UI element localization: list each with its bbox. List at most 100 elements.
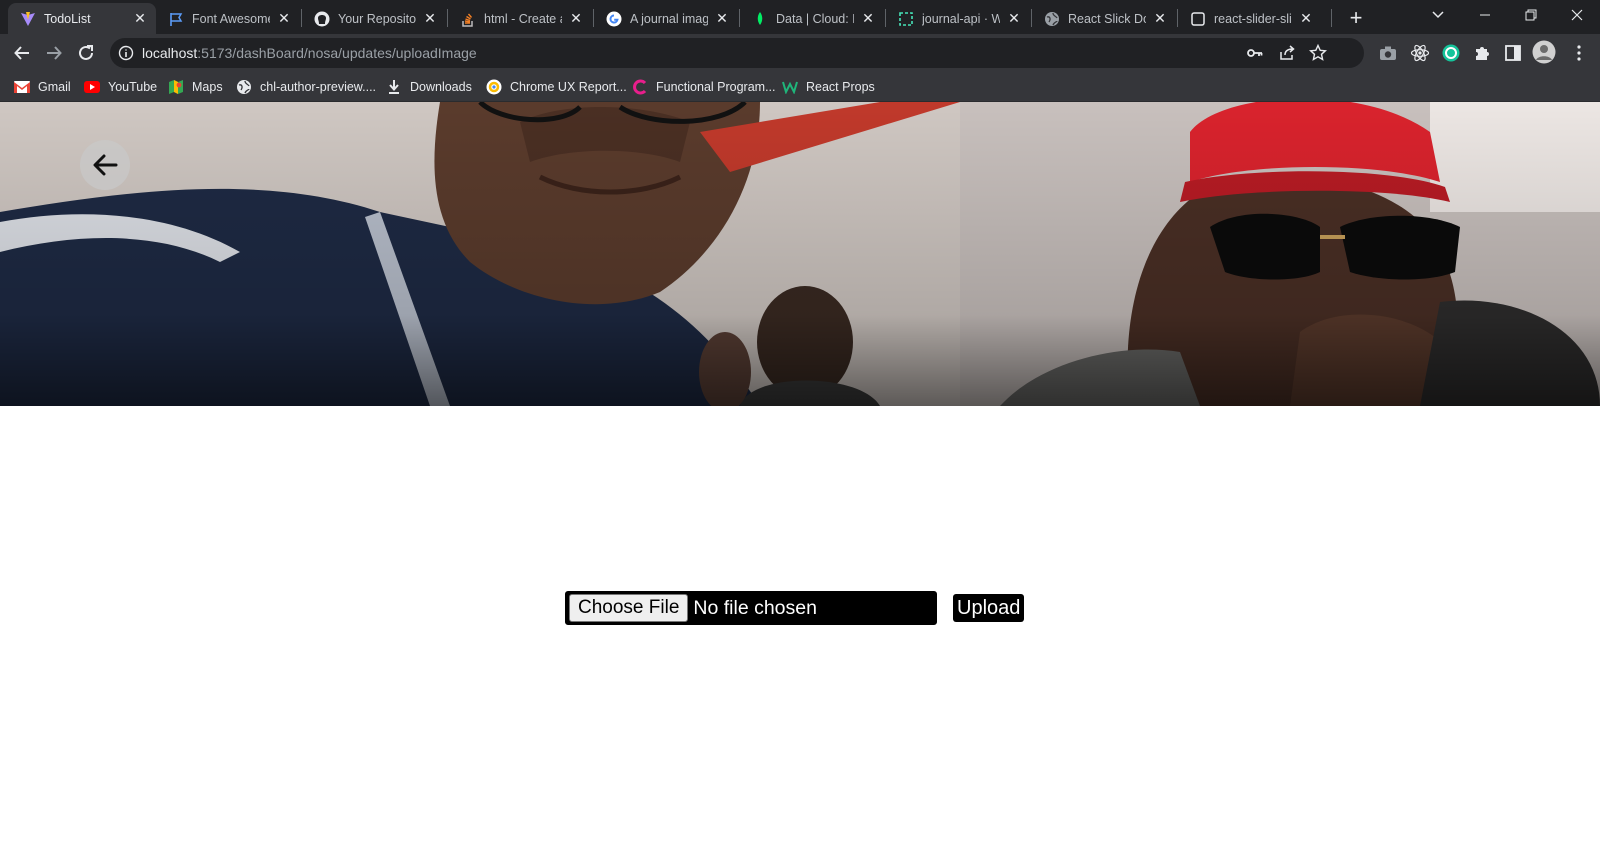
tab-react-slick[interactable]: React Slick Doc ✕ bbox=[1032, 3, 1176, 34]
google-icon bbox=[606, 11, 622, 27]
bookmark-label: chl-author-preview.... bbox=[260, 80, 377, 94]
stackoverflow-icon bbox=[460, 11, 476, 27]
tab-strip: TodoList ✕ Font Awesome ✕ Your Repositor… bbox=[0, 0, 1600, 34]
url-path: :5173/dashBoard/nosa/updates/uploadImage bbox=[197, 45, 477, 61]
react-props-icon bbox=[782, 79, 798, 95]
close-icon[interactable]: ✕ bbox=[132, 10, 148, 27]
bookmark-downloads[interactable]: Downloads bbox=[386, 78, 472, 96]
new-tab-button[interactable]: + bbox=[1342, 4, 1370, 32]
gmail-icon bbox=[14, 79, 30, 95]
close-icon bbox=[1571, 9, 1583, 21]
upload-button[interactable]: Upload bbox=[953, 594, 1025, 622]
minimize-icon bbox=[1480, 14, 1490, 16]
tab-title: Your Repositori bbox=[338, 11, 416, 26]
close-icon[interactable]: ✕ bbox=[568, 10, 584, 27]
arrow-left-icon bbox=[93, 154, 118, 176]
file-status-text: No file chosen bbox=[693, 596, 817, 619]
tab-google[interactable]: A journal image ✕ bbox=[594, 3, 738, 34]
tab-react-slider[interactable]: react-slider-slic ✕ bbox=[1178, 3, 1322, 34]
close-icon[interactable]: ✕ bbox=[714, 10, 730, 27]
tab-todolist[interactable]: TodoList ✕ bbox=[8, 3, 156, 34]
mongodb-leaf-icon bbox=[752, 11, 768, 27]
tab-title: Data | Cloud: M bbox=[776, 11, 854, 26]
bookmark-label: React Props bbox=[806, 80, 875, 94]
bookmarks-bar: Gmail YouTube Maps chl-author-preview...… bbox=[0, 72, 1600, 102]
browser-toolbar: localhost:5173/dashBoard/nosa/updates/up… bbox=[0, 34, 1600, 72]
bookmark-functional-programming[interactable]: Functional Program... bbox=[632, 78, 776, 96]
address-bar[interactable]: localhost:5173/dashBoard/nosa/updates/up… bbox=[110, 38, 1364, 68]
bookmark-react-props[interactable]: React Props bbox=[782, 78, 875, 96]
url-text[interactable]: localhost:5173/dashBoard/nosa/updates/up… bbox=[142, 45, 477, 61]
star-icon[interactable] bbox=[1309, 44, 1327, 62]
tab-search-button[interactable] bbox=[1415, 0, 1461, 30]
close-icon[interactable]: ✕ bbox=[276, 10, 292, 27]
blank-page-icon bbox=[1190, 11, 1206, 27]
share-icon[interactable] bbox=[1278, 44, 1296, 62]
restore-button[interactable] bbox=[1508, 0, 1554, 30]
tab-title: React Slick Doc bbox=[1068, 11, 1146, 26]
profile-avatar[interactable] bbox=[1532, 40, 1556, 64]
tab-font-awesome[interactable]: Font Awesome ✕ bbox=[156, 3, 300, 34]
minimize-button[interactable] bbox=[1462, 0, 1508, 30]
bookmark-youtube[interactable]: YouTube bbox=[84, 78, 157, 96]
choose-file-button[interactable]: Choose File bbox=[569, 594, 689, 622]
arrow-right-icon bbox=[47, 46, 62, 60]
key-icon[interactable] bbox=[1246, 44, 1264, 62]
close-icon[interactable]: ✕ bbox=[1152, 10, 1168, 27]
vite-icon bbox=[20, 11, 36, 27]
close-icon[interactable]: ✕ bbox=[1006, 10, 1022, 27]
flag-icon bbox=[168, 11, 184, 27]
globe-icon bbox=[236, 79, 252, 95]
arrow-left-icon bbox=[14, 46, 29, 60]
reload-icon bbox=[79, 45, 93, 60]
camera-icon[interactable] bbox=[1378, 43, 1398, 63]
download-icon bbox=[386, 79, 402, 95]
url-host: localhost bbox=[142, 45, 198, 61]
bookmark-chl-author-preview[interactable]: chl-author-preview.... bbox=[236, 78, 376, 96]
tab-title: journal-api · W bbox=[922, 11, 1000, 26]
tab-title: TodoList bbox=[44, 11, 91, 26]
tab-render[interactable]: journal-api · W ✕ bbox=[886, 3, 1030, 34]
close-window-button[interactable] bbox=[1554, 0, 1600, 30]
page-viewport: Choose File No file chosen Upload bbox=[0, 102, 1600, 860]
back-button[interactable] bbox=[8, 39, 36, 67]
functional-icon bbox=[632, 79, 648, 95]
tab-title: A journal image bbox=[630, 11, 708, 26]
forward-button[interactable] bbox=[40, 39, 68, 67]
info-icon[interactable] bbox=[118, 45, 134, 61]
render-icon bbox=[898, 11, 914, 27]
bookmark-label: Gmail bbox=[38, 80, 71, 94]
back-arrow-button[interactable] bbox=[80, 140, 130, 190]
tab-stackoverflow[interactable]: html - Create a ✕ bbox=[448, 3, 592, 34]
bookmark-label: Chrome UX Report... bbox=[510, 80, 627, 94]
chrome-ux-icon bbox=[486, 79, 502, 95]
bookmark-label: Maps bbox=[192, 80, 223, 94]
bookmark-label: Functional Program... bbox=[656, 80, 776, 94]
chevron-down-icon bbox=[1432, 11, 1444, 19]
bookmark-chrome-ux-report[interactable]: Chrome UX Report... bbox=[486, 78, 627, 96]
upload-form: Choose File No file chosen Upload bbox=[565, 590, 1025, 626]
reload-button[interactable] bbox=[72, 39, 100, 67]
hero-photo bbox=[0, 102, 1600, 406]
tab-github[interactable]: Your Repositori ✕ bbox=[302, 3, 446, 34]
file-input[interactable]: Choose File No file chosen bbox=[565, 591, 937, 625]
bookmark-gmail[interactable]: Gmail bbox=[14, 78, 71, 96]
restore-icon bbox=[1525, 9, 1537, 21]
tab-title: Font Awesome bbox=[192, 11, 270, 26]
kebab-menu-icon[interactable] bbox=[1569, 43, 1589, 63]
extensions-puzzle-icon[interactable] bbox=[1472, 43, 1492, 63]
side-panel-icon[interactable] bbox=[1503, 43, 1523, 63]
bookmark-label: YouTube bbox=[108, 80, 158, 94]
tab-mongodb[interactable]: Data | Cloud: M ✕ bbox=[740, 3, 884, 34]
close-icon[interactable]: ✕ bbox=[422, 10, 438, 27]
youtube-icon bbox=[84, 79, 100, 95]
close-icon[interactable]: ✕ bbox=[860, 10, 876, 27]
bookmark-maps[interactable]: Maps bbox=[168, 78, 223, 96]
tab-title: html - Create a bbox=[484, 11, 562, 26]
react-icon[interactable] bbox=[1410, 43, 1430, 63]
close-icon[interactable]: ✕ bbox=[1298, 10, 1314, 27]
maps-icon bbox=[168, 79, 184, 95]
github-icon bbox=[314, 11, 330, 27]
bookmark-label: Downloads bbox=[410, 80, 472, 94]
grammarly-icon[interactable] bbox=[1441, 43, 1461, 63]
